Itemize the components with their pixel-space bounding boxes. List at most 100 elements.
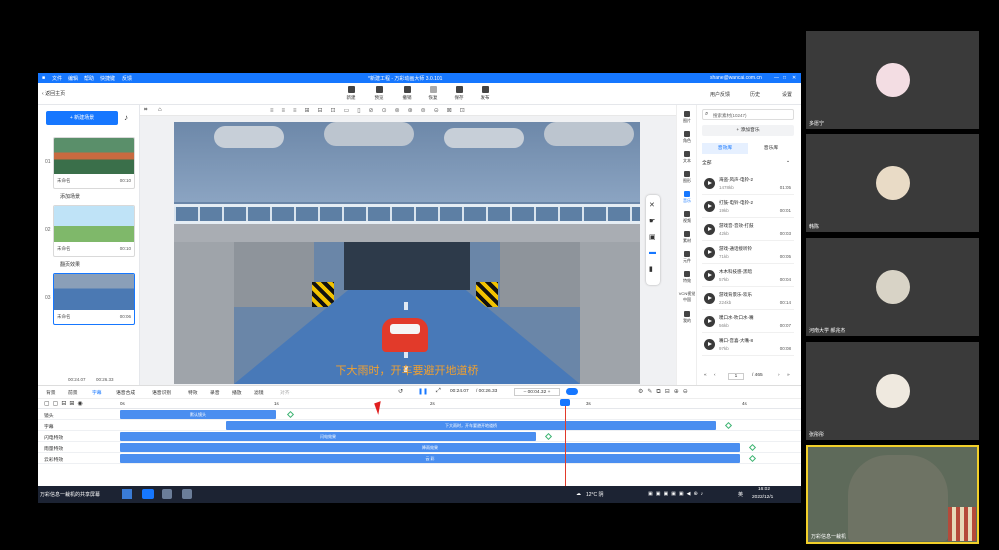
timeline-tools-icon[interactable]: ⚙✎⧉⊟⊕⊖	[638, 388, 692, 396]
phone-icon[interactable]: ▮	[649, 265, 653, 273]
filter-select[interactable]: 全部 ⌄	[702, 159, 790, 169]
redo-button[interactable]: 恢复	[422, 86, 444, 101]
windows-start-icon[interactable]	[122, 489, 132, 499]
tool-effect[interactable]: 特效	[188, 389, 198, 396]
scene-transition-label[interactable]: 添加场景	[60, 193, 80, 200]
rail-video[interactable]: 视频	[677, 211, 697, 224]
list-item[interactable]: 打鼓-电铃-电铃-2 19kb 00:01	[702, 196, 794, 218]
new-button[interactable]: 新建	[340, 86, 362, 101]
page-input[interactable]: 1	[728, 373, 744, 380]
settings-link[interactable]: 设置	[782, 91, 792, 98]
align-tools-icon[interactable]: ≡≡≡⊞⊟⊡▭▯⊘⊙⊚⊛⊜⊝⊠⊡	[270, 107, 473, 114]
tool-foreground[interactable]: 前景	[68, 389, 78, 396]
keyframe-diamond[interactable]	[748, 443, 757, 452]
playhead-handle[interactable]	[560, 399, 570, 406]
tool-tts[interactable]: 语音合成	[116, 389, 135, 396]
rail-mine[interactable]: 我的	[677, 311, 697, 324]
search-box[interactable]: ⌕ 搜索素材(10247)	[702, 109, 794, 120]
keyframe-diamond[interactable]	[724, 421, 733, 430]
last-page-icon[interactable]: »	[787, 373, 790, 378]
snap-toggle[interactable]	[566, 388, 578, 395]
screen-icon[interactable]: ▬	[649, 249, 656, 256]
rail-text[interactable]: 文本	[677, 151, 697, 164]
ime-indicator[interactable]: 英	[738, 491, 743, 498]
history-link[interactable]: 历史	[750, 91, 760, 98]
list-item[interactable]: 嘴口-音喜-大嘴-8 97kb 00:08	[702, 334, 794, 356]
music-note-icon[interactable]: ♪	[124, 113, 128, 122]
playhead[interactable]	[565, 399, 566, 492]
tray-icons-icon[interactable]: ▣▣▣▣▣◀⊕♪	[648, 491, 706, 497]
rail-material[interactable]: 素材	[677, 231, 697, 244]
timeline-clip[interactable]: 云 彩	[120, 454, 740, 463]
preview-button[interactable]: 预览	[368, 86, 390, 101]
tool-align[interactable]: 对齐	[280, 389, 290, 396]
close-icon[interactable]: ✕	[792, 75, 796, 81]
rewind-icon[interactable]: ↺	[398, 388, 403, 395]
track-tools-icon[interactable]: ▢▢⊟⊞◉	[44, 400, 86, 407]
next-page-icon[interactable]: ›	[778, 373, 780, 378]
menu-edit[interactable]: 编辑	[68, 75, 78, 82]
play-icon[interactable]	[704, 339, 715, 350]
menu-shortcut[interactable]: 快捷键	[100, 75, 115, 82]
menu-file[interactable]: 文件	[52, 75, 62, 82]
user-feedback-link[interactable]: 用户反馈	[710, 91, 730, 98]
account-email[interactable]: shane@wancai.com.cn	[710, 75, 762, 81]
participant-tile[interactable]: 河南大学 郝兆杰	[806, 238, 979, 336]
home-icon[interactable]: ⌂	[158, 107, 162, 113]
add-scene-button[interactable]: + 新建场景	[46, 111, 118, 125]
rail-shape[interactable]: 图形	[677, 171, 697, 184]
lock-icon[interactable]: ▣	[649, 233, 656, 241]
list-item[interactable]: 噗口水-吹口水-嘴 56kb 00:07	[702, 311, 794, 333]
app-taskbar-icon[interactable]	[142, 489, 154, 499]
scene-transition-label[interactable]: 翻页效果	[60, 261, 80, 268]
list-item[interactable]: 木木科技感-黑暗 57kb 00:04	[702, 265, 794, 287]
participant-tile[interactable]: 多愿宁	[806, 31, 979, 129]
list-item[interactable]: 游戏背景乐-欢乐 224kb 00:14	[702, 288, 794, 310]
add-music-button[interactable]: + 添加音乐	[702, 125, 794, 136]
prev-page-icon[interactable]: ‹	[714, 373, 716, 378]
back-home-link[interactable]: ‹ 返回主页	[42, 90, 65, 97]
menu-feedback[interactable]: 反馈	[122, 75, 132, 82]
keyframe-diamond[interactable]	[544, 432, 553, 441]
participant-tile[interactable]: 张彤彤	[806, 342, 979, 440]
timeline-clip[interactable]: 下大雨时，开车要避开地道桥	[226, 421, 716, 430]
play-icon[interactable]	[704, 270, 715, 281]
stage-subtitle[interactable]: 下大雨时，开车要避开地道桥	[174, 362, 640, 378]
play-icon[interactable]	[704, 316, 715, 327]
shrink-icon[interactable]: ✕	[649, 201, 655, 209]
rail-vcg[interactable]: VCN视觉中国	[677, 291, 697, 303]
keyframe-diamond[interactable]	[748, 454, 757, 463]
play-icon[interactable]	[704, 247, 715, 258]
menu-help[interactable]: 帮助	[84, 75, 94, 82]
list-item[interactable]: 游戏-通话接听铃 71kb 00:05	[702, 242, 794, 264]
participant-tile[interactable]: 韩陈	[806, 134, 979, 232]
publish-button[interactable]: 发布	[474, 86, 496, 101]
tool-asr[interactable]: 语音识别	[152, 389, 171, 396]
timeline-clip[interactable]: 默认镜头	[120, 410, 276, 419]
play-icon[interactable]	[704, 201, 715, 212]
list-item[interactable]: 游戏音-音效-打鼓 42kb 00:03	[702, 219, 794, 241]
fullscreen-icon[interactable]: ⤢	[436, 388, 441, 395]
app-taskbar-icon[interactable]	[182, 489, 192, 499]
scene-thumb-1[interactable]: 未命名 00:10	[53, 137, 135, 189]
weather-text[interactable]: 12°C 阴	[586, 491, 604, 498]
first-page-icon[interactable]: «	[704, 373, 707, 378]
participant-tile-active[interactable]: 万彩信息一裁机	[806, 445, 979, 544]
video-stage[interactable]: 下大雨时，开车要避开地道桥	[174, 122, 640, 384]
keyframe-diamond[interactable]	[286, 410, 295, 419]
rail-component[interactable]: 元件	[677, 251, 697, 264]
rail-image[interactable]: 图片	[677, 111, 697, 124]
crop-icon[interactable]: ⌗	[144, 107, 147, 114]
scene-thumb-3[interactable]: 未命名 00:06	[53, 273, 135, 325]
undo-button[interactable]: 撤销	[396, 86, 418, 101]
tab-music-library[interactable]: 音乐库	[748, 143, 794, 154]
tool-play[interactable]: 播放	[232, 389, 242, 396]
timeline-clip[interactable]: 闪电效果	[120, 432, 536, 441]
tool-record[interactable]: 录音	[210, 389, 220, 396]
tool-background[interactable]: 背景	[46, 389, 56, 396]
minimize-icon[interactable]: —	[774, 75, 779, 81]
tab-sound-library[interactable]: 音效库	[702, 143, 748, 154]
search-input[interactable]: 搜索素材(10247)	[713, 113, 747, 119]
tool-subtitle[interactable]: 字幕	[92, 389, 102, 396]
save-button[interactable]: 保存	[448, 86, 470, 101]
